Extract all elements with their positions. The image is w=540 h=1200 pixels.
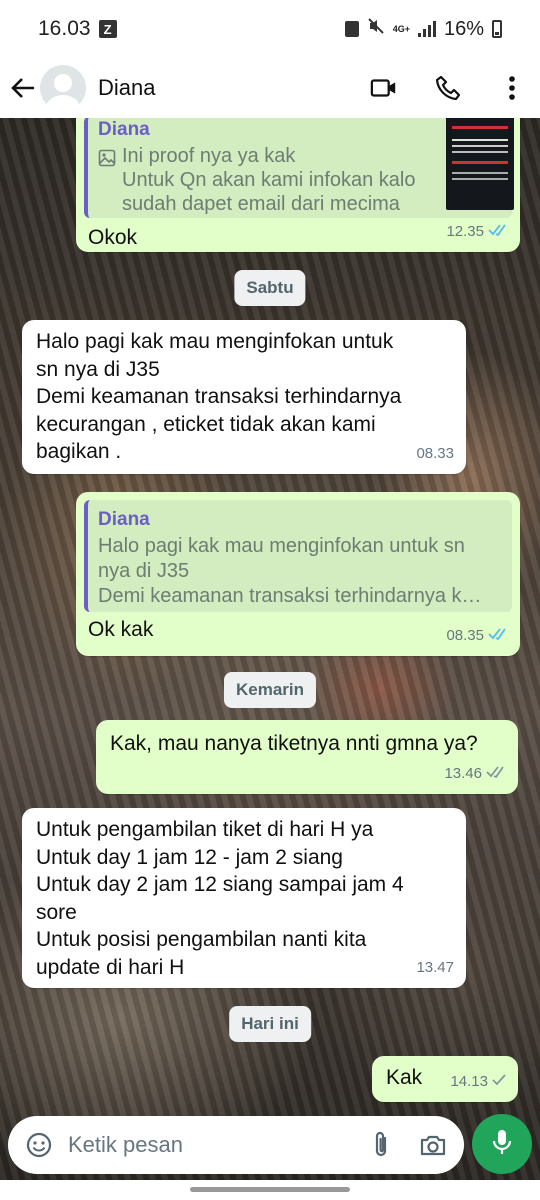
more-options-icon[interactable] — [498, 74, 526, 102]
quote-thumbnail[interactable] — [446, 118, 514, 210]
phone-icon[interactable] — [434, 74, 462, 102]
message-time: 13.46 — [444, 765, 482, 782]
chat-background: Diana Ini proof nya ya kak Untuk Qn akan… — [0, 118, 540, 1200]
home-indicator[interactable] — [190, 1187, 350, 1192]
attach-icon[interactable] — [366, 1130, 396, 1160]
message-time: 13.47 — [416, 959, 454, 976]
chat-header: Diana — [0, 58, 540, 118]
date-separator: Kemarin — [223, 672, 317, 708]
outgoing-message[interactable]: Kak, mau nanya tiketnya nnti gmna ya? 13… — [96, 720, 518, 794]
incoming-message[interactable]: Untuk pengambilan tiket di hari H ya Unt… — [22, 808, 466, 988]
outgoing-message[interactable]: Diana Ini proof nya ya kak Untuk Qn akan… — [76, 118, 520, 252]
message-meta: 08.33 — [416, 440, 454, 468]
read-receipt-icon — [488, 218, 508, 246]
video-call-icon[interactable] — [370, 74, 398, 102]
quoted-message[interactable]: Diana Halo pagi kak mau menginfokan untu… — [84, 500, 512, 612]
battery-percent: 16% — [443, 17, 484, 40]
incoming-message[interactable]: Halo pagi kak mau menginfokan untuk sn n… — [22, 320, 466, 474]
status-time: 16.03 — [38, 17, 91, 40]
message-time: 08.33 — [416, 445, 454, 462]
message-time: 12.35 — [446, 223, 484, 240]
quote-text: Halo pagi kak mau menginfokan untuk sn n… — [98, 535, 482, 607]
mic-button[interactable] — [472, 1114, 532, 1174]
contact-name[interactable]: Diana — [98, 75, 155, 101]
status-bar: 16.03 Z 4G+ 16% — [0, 0, 540, 58]
delivered-receipt-icon — [486, 760, 506, 788]
quote-sender: Diana — [98, 119, 150, 140]
notification-badge: Z — [98, 20, 117, 38]
message-input[interactable] — [68, 1132, 338, 1158]
quote-text: Ini proof nya ya kak Untuk Qn akan kami … — [122, 145, 416, 215]
message-meta: 12.35 — [446, 218, 508, 246]
message-composer — [8, 1116, 464, 1174]
message-text: Untuk pengambilan tiket di hari H ya Unt… — [36, 818, 404, 979]
avatar[interactable] — [40, 65, 86, 111]
battery-icon — [492, 20, 502, 38]
message-meta: 13.46 — [444, 760, 506, 788]
message-meta: 14.13 — [450, 1068, 506, 1096]
emoji-icon[interactable] — [24, 1130, 54, 1160]
message-text: Kak, mau nanya tiketnya nnti gmna ya? — [110, 732, 478, 755]
network-type: 4G+ — [392, 23, 410, 34]
message-time: 08.35 — [446, 627, 484, 644]
message-meta: 08.35 — [446, 622, 508, 650]
battery-saver-icon — [344, 21, 359, 37]
sent-receipt-icon — [492, 1068, 506, 1096]
date-separator: Sabtu — [234, 270, 306, 306]
mic-icon — [491, 1128, 513, 1161]
signal-icon — [417, 21, 436, 37]
quoted-message[interactable]: Diana Ini proof nya ya kak Untuk Qn akan… — [84, 118, 514, 218]
outgoing-message[interactable]: Diana Halo pagi kak mau menginfokan untu… — [76, 492, 520, 656]
outgoing-message[interactable]: Kak 14.13 — [372, 1056, 518, 1102]
quote-sender: Diana — [98, 509, 150, 530]
date-separator: Hari ini — [229, 1006, 311, 1042]
camera-icon[interactable] — [418, 1130, 448, 1160]
message-text: Halo pagi kak mau menginfokan untuk sn n… — [36, 330, 402, 463]
image-icon — [98, 147, 116, 175]
mute-icon — [367, 17, 385, 41]
system-nav-bar — [0, 1180, 540, 1200]
message-meta: 13.47 — [416, 954, 454, 982]
read-receipt-icon — [488, 622, 508, 650]
back-arrow-icon[interactable] — [10, 75, 36, 101]
message-time: 14.13 — [450, 1073, 488, 1090]
